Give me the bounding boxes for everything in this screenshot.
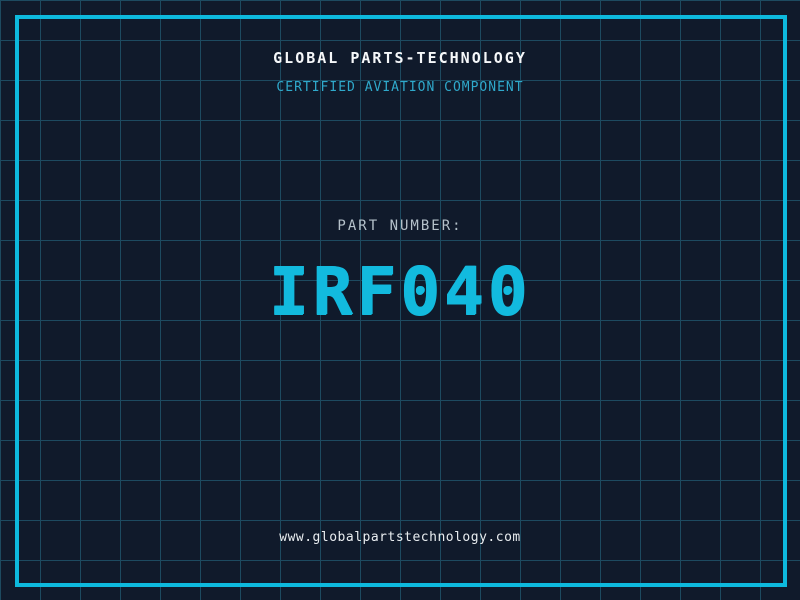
website-url: www.globalpartstechnology.com (0, 530, 800, 545)
part-number-value: IRF040 (0, 256, 800, 328)
blueprint-card: GLOBAL PARTS-TECHNOLOGY CERTIFIED AVIATI… (0, 0, 800, 600)
brand-tagline: CERTIFIED AVIATION COMPONENT (0, 80, 800, 95)
brand-title: GLOBAL PARTS-TECHNOLOGY (0, 49, 800, 67)
part-number-label: PART NUMBER: (0, 218, 800, 234)
